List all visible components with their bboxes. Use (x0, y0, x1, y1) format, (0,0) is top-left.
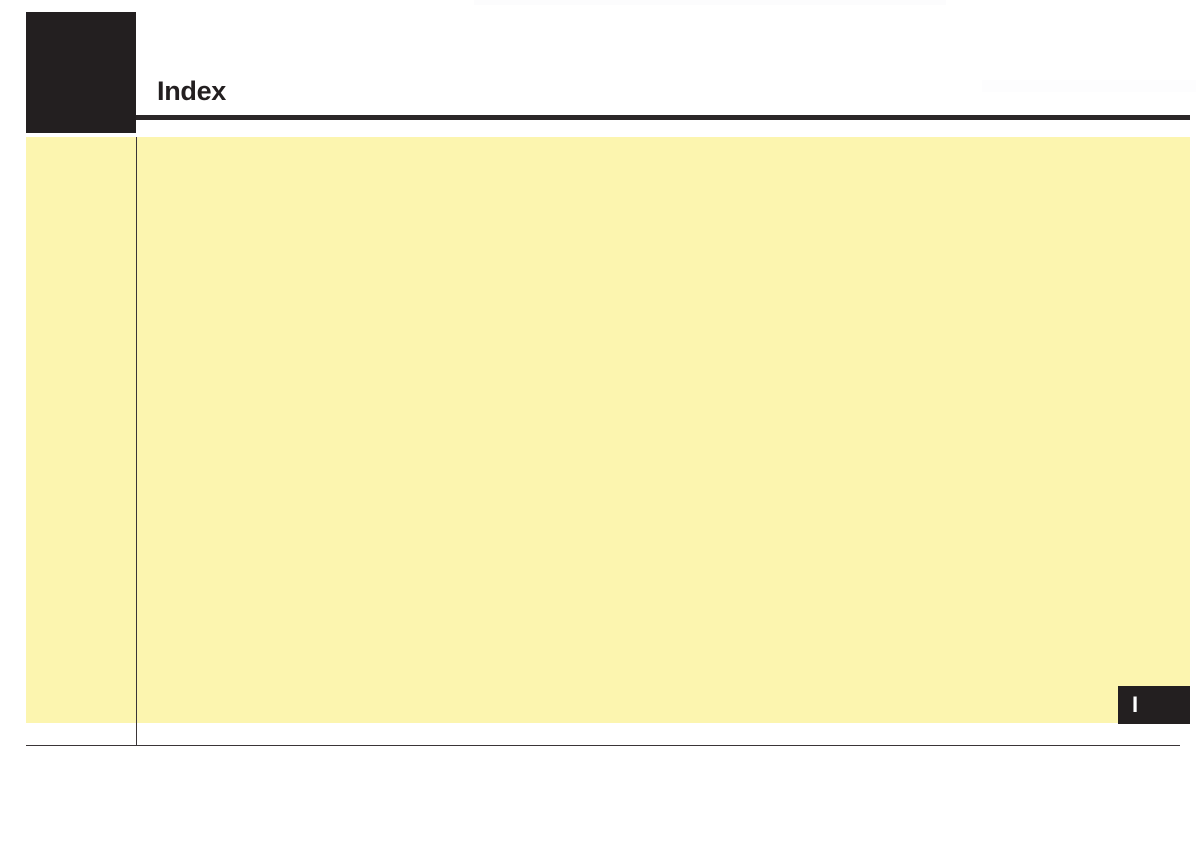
page-title: Index (157, 76, 227, 106)
index-tab-letter: I (1132, 692, 1139, 717)
scan-artifact-band-top (474, 0, 946, 5)
index-content-panel (26, 137, 1190, 723)
header-divider-rule (136, 115, 1190, 120)
index-section-tab[interactable]: I (1118, 686, 1190, 724)
scan-artifact-band-header-right (982, 80, 1196, 92)
footer-divider-rule (26, 745, 1180, 746)
document-page: Index I (0, 0, 1200, 861)
chapter-thumb-block (26, 12, 136, 133)
column-divider-line (136, 137, 137, 746)
